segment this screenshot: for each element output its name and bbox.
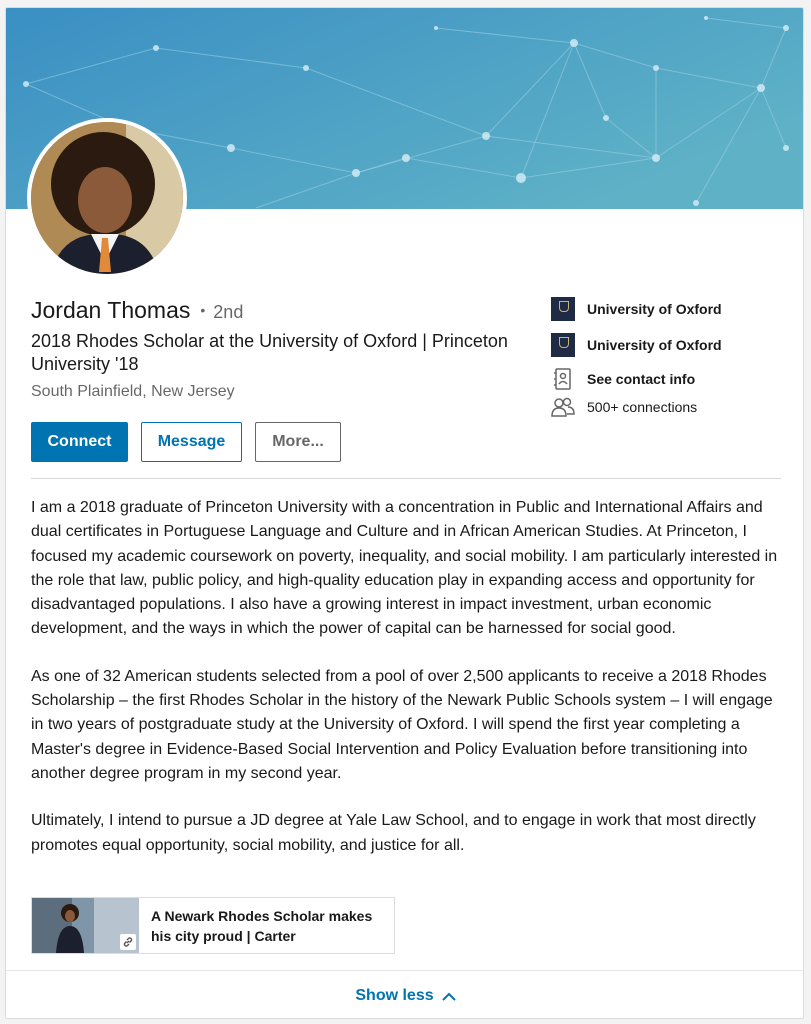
profile-sidebar: University of Oxford University of Oxfor… bbox=[550, 296, 790, 424]
section-divider bbox=[31, 478, 781, 479]
link-icon bbox=[120, 934, 136, 950]
show-less-button[interactable]: Show less bbox=[355, 987, 456, 1005]
profile-photo[interactable] bbox=[27, 118, 187, 278]
university-logo-icon bbox=[550, 296, 576, 322]
sidebar-item-education-1[interactable]: University of Oxford bbox=[550, 296, 790, 322]
summary-paragraph: Ultimately, I intend to pursue a JD degr… bbox=[31, 812, 756, 854]
media-title: A Newark Rhodes Scholar makes his city p… bbox=[151, 908, 373, 944]
people-icon bbox=[550, 394, 576, 420]
profile-card: Jordan Thomas • 2nd 2018 Rhodes Scholar … bbox=[5, 7, 804, 1019]
media-attachment[interactable]: A Newark Rhodes Scholar makes his city p… bbox=[31, 897, 395, 954]
show-less-label: Show less bbox=[355, 987, 434, 1004]
sidebar-item-contact-info[interactable]: See contact info bbox=[550, 368, 790, 390]
connect-button[interactable]: Connect bbox=[31, 422, 128, 462]
card-footer: Show less bbox=[6, 970, 803, 1018]
profile-location: South Plainfield, New Jersey bbox=[31, 383, 235, 400]
profile-summary: I am a 2018 graduate of Princeton Univer… bbox=[31, 496, 786, 881]
sidebar-item-label: University of Oxford bbox=[587, 301, 722, 317]
profile-headline: 2018 Rhodes Scholar at the University of… bbox=[31, 331, 508, 374]
connection-degree: 2nd bbox=[213, 302, 244, 322]
more-button[interactable]: More... bbox=[255, 422, 341, 462]
profile-name: Jordan Thomas bbox=[31, 297, 191, 323]
sidebar-item-label: 500+ connections bbox=[587, 399, 698, 415]
media-thumbnail bbox=[32, 898, 139, 953]
profile-actions: Connect Message More... bbox=[31, 422, 341, 462]
contact-card-icon bbox=[550, 366, 576, 392]
university-logo-icon bbox=[550, 332, 576, 358]
sidebar-item-education-2[interactable]: University of Oxford bbox=[550, 332, 790, 358]
degree-separator: • bbox=[200, 302, 206, 318]
summary-paragraph: I am a 2018 graduate of Princeton Univer… bbox=[31, 499, 778, 638]
chevron-up-icon bbox=[441, 992, 456, 1001]
sidebar-item-label: See contact info bbox=[587, 371, 696, 387]
message-button[interactable]: Message bbox=[141, 422, 242, 462]
name-row: Jordan Thomas • 2nd bbox=[31, 297, 243, 324]
sidebar-item-connections[interactable]: 500+ connections bbox=[550, 396, 790, 418]
sidebar-item-label: University of Oxford bbox=[587, 337, 722, 353]
summary-paragraph: As one of 32 American students selected … bbox=[31, 667, 773, 782]
